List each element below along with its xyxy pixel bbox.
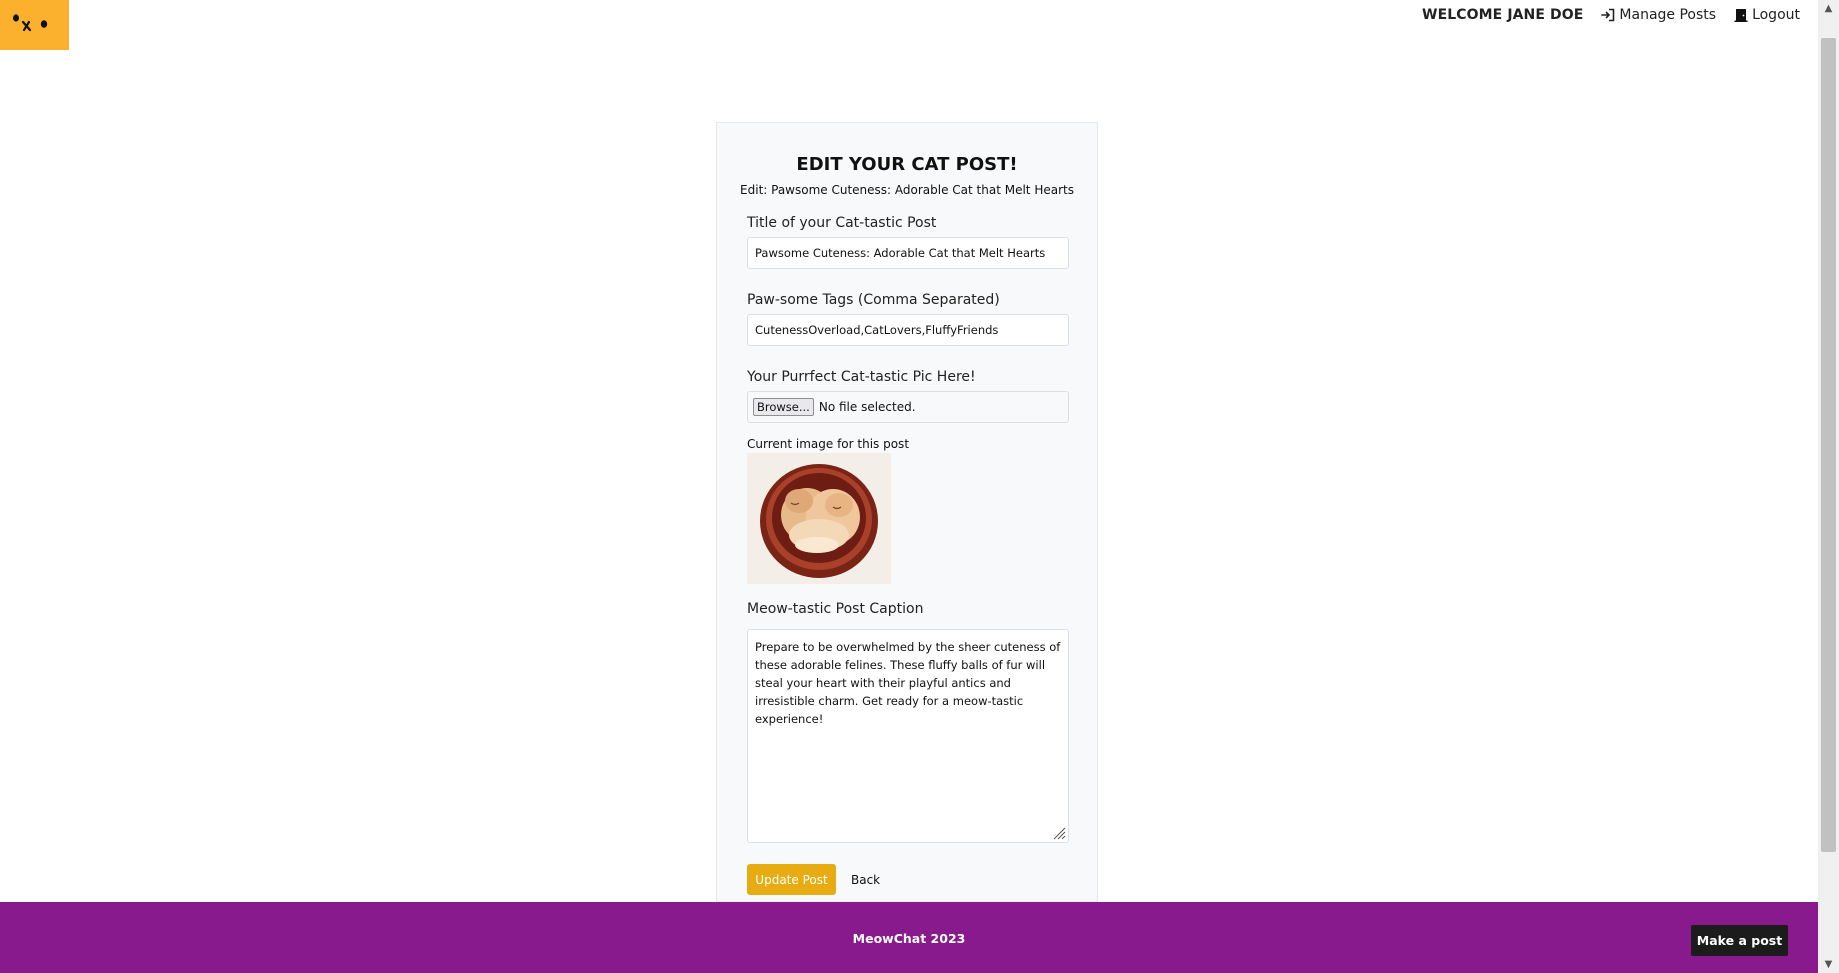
file-status: No file selected.	[818, 400, 916, 414]
manage-posts-link[interactable]: Manage Posts	[1601, 7, 1716, 23]
page-subtitle: Edit: Pawsome Cuteness: Adorable Cat tha…	[740, 183, 1074, 197]
sign-in-icon	[1601, 8, 1615, 22]
title-label: Title of your Cat-tastic Post	[747, 215, 937, 231]
caption-textarea[interactable]: Prepare to be overwhelmed by the sheer c…	[747, 629, 1069, 843]
page-title: EDIT YOUR CAT POST!	[796, 154, 1018, 175]
tags-input[interactable]: CutenessOverload,CatLovers,FluffyFriends	[747, 314, 1069, 346]
tags-label: Paw-some Tags (Comma Separated)	[747, 292, 1000, 308]
cat-face-icon	[13, 14, 48, 32]
current-image-label: Current image for this post	[747, 437, 910, 451]
edit-post-card: EDIT YOUR CAT POST! Edit: Pawsome Cutene…	[716, 122, 1098, 902]
manage-posts-label: Manage Posts	[1619, 7, 1717, 23]
file-input[interactable]: Browse... No file selected.	[747, 391, 1069, 423]
scroll-thumb[interactable]	[1821, 38, 1836, 852]
logo[interactable]	[0, 0, 69, 50]
scroll-down-arrow-icon[interactable]: ▼	[1818, 956, 1839, 973]
logout-label: Logout	[1752, 7, 1800, 23]
update-post-button[interactable]: Update Post	[747, 864, 836, 895]
current-post-image	[747, 453, 891, 584]
welcome-text: WELCOME JANE DOE	[1422, 7, 1584, 23]
footer-text: MeowChat 2023	[852, 931, 966, 946]
top-nav: WELCOME JANE DOE Manage Posts Logout	[1422, 0, 1800, 30]
caption-label: Meow-tastic Post Caption	[747, 601, 924, 617]
page-scrollbar[interactable]: ▲ ▼	[1818, 0, 1839, 973]
caption-text: Prepare to be overwhelmed by the sheer c…	[755, 640, 1061, 726]
logout-link[interactable]: Logout	[1734, 7, 1800, 23]
title-input[interactable]: Pawsome Cuteness: Adorable Cat that Melt…	[747, 237, 1069, 269]
make-post-button[interactable]: Make a post	[1691, 925, 1788, 956]
back-link[interactable]: Back	[851, 864, 880, 895]
resize-grip-icon[interactable]	[1052, 826, 1066, 840]
door-icon	[1734, 9, 1748, 22]
browse-button[interactable]: Browse...	[753, 398, 814, 416]
pic-label: Your Purrfect Cat-tastic Pic Here!	[747, 369, 976, 385]
footer: MeowChat 2023 Make a post	[0, 902, 1818, 973]
scroll-up-arrow-icon[interactable]: ▲	[1818, 0, 1839, 17]
